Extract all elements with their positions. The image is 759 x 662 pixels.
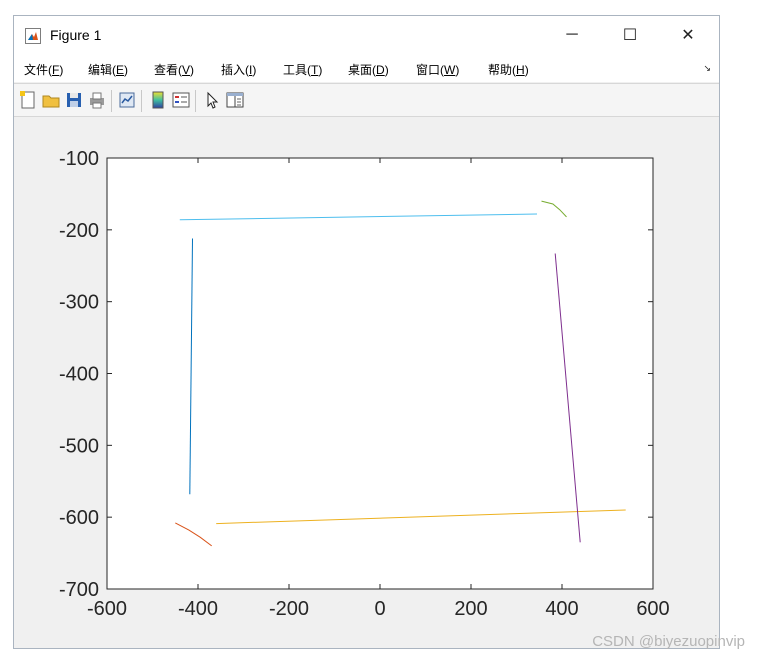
close-button[interactable]: ✕: [665, 16, 711, 54]
print-icon[interactable]: [87, 90, 107, 110]
insert-colorbar-icon[interactable]: [148, 90, 168, 110]
x-tick-label: -400: [178, 598, 218, 620]
figure-window: Figure 1 ─ ☐ ✕ 文件(F) 编辑(E) 查看(V) 插入(I) 工…: [13, 15, 720, 649]
figure-canvas: -600 -400 -200 0 200 400 600 -100 -200 -300 -400 -5…: [14, 117, 719, 648]
dock-arrow-icon[interactable]: ↘: [703, 63, 711, 74]
x-tick-label: 400: [545, 598, 578, 620]
open-file-icon[interactable]: [41, 90, 61, 110]
menu-desktop[interactable]: 桌面(D): [348, 61, 389, 78]
menu-edit[interactable]: 编辑(E): [88, 61, 128, 78]
menu-tools[interactable]: 工具(T): [283, 61, 322, 78]
toolbar: [14, 83, 719, 117]
y-tick-label: -600: [59, 507, 99, 529]
y-tick-label: -300: [59, 292, 99, 314]
x-tick-label: -200: [269, 598, 309, 620]
new-figure-icon[interactable]: [18, 90, 38, 110]
maximize-button[interactable]: ☐: [607, 16, 653, 54]
y-tick-label: -400: [59, 364, 99, 386]
insert-legend-icon[interactable]: [171, 90, 191, 110]
toolbar-separator: [195, 90, 196, 112]
window-title: Figure 1: [50, 27, 102, 43]
title-bar[interactable]: Figure 1 ─ ☐ ✕: [14, 16, 719, 54]
y-tick-label: -200: [59, 220, 99, 242]
menu-bar: 文件(F) 编辑(E) 查看(V) 插入(I) 工具(T) 桌面(D) 窗口(W…: [14, 54, 719, 82]
axes-box: [106, 157, 654, 590]
watermark: CSDN @biyezuopinvip: [592, 633, 745, 650]
toolbar-separator: [111, 90, 112, 112]
toolbar-separator: [141, 90, 142, 112]
y-tick-label: -700: [59, 579, 99, 601]
x-tick-label: 0: [374, 598, 385, 620]
pointer-icon[interactable]: [202, 90, 222, 110]
y-tick-label: -500: [59, 435, 99, 457]
menu-view[interactable]: 查看(V): [154, 61, 194, 78]
x-tick-label: -600: [87, 598, 127, 620]
save-icon[interactable]: [64, 90, 84, 110]
link-plot-icon[interactable]: [117, 90, 137, 110]
x-tick-label: 200: [454, 598, 487, 620]
menu-insert[interactable]: 插入(I): [221, 61, 256, 78]
menu-file[interactable]: 文件(F): [24, 61, 63, 78]
menu-window[interactable]: 窗口(W): [416, 61, 459, 78]
x-tick-label: 600: [636, 598, 669, 620]
matlab-logo-icon: [25, 28, 41, 44]
property-inspector-icon[interactable]: [225, 90, 245, 110]
line-chart[interactable]: -600 -400 -200 0 200 400 600 -100 -200 -300 -400 -5…: [14, 117, 719, 648]
minimize-button[interactable]: ─: [549, 16, 595, 54]
menu-help[interactable]: 帮助(H): [488, 61, 529, 78]
y-tick-label: -100: [59, 148, 99, 170]
